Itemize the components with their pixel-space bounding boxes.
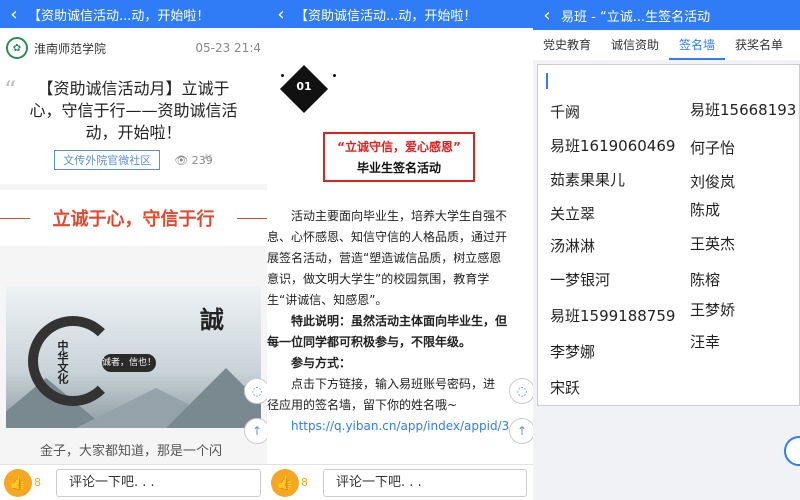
signature-name: 汤淋淋	[550, 237, 596, 255]
article-title: 【资助诚信活动月】立诚于 心，守信于行——资助诚信活 动，开始啦！	[14, 78, 253, 144]
tab-winners[interactable]: 获奖名单	[725, 30, 793, 60]
signature-name: 关立翠	[550, 205, 596, 223]
share-icon[interactable]: ◌	[509, 378, 533, 404]
body-line: 意识，做文明大学生”的校园氛围，教育学	[267, 272, 490, 286]
close-quote-icon: ”	[202, 150, 213, 174]
open-quote-icon: “	[4, 76, 17, 104]
comment-input[interactable]: 评论一下吧. . .	[56, 468, 261, 497]
like-count: 8	[34, 476, 41, 489]
scroll-top-icon[interactable]: ↑	[244, 418, 267, 444]
eye-icon: 👁	[174, 153, 192, 167]
back-arrow-icon[interactable]: ‹	[0, 4, 28, 25]
signature-name: 易班1599188759	[550, 307, 676, 325]
tab-bar: 党史教育 诚信资助 签名墙 获奖名单	[533, 30, 800, 60]
slogan-banner: 立诚于心，守信于行	[0, 190, 267, 246]
text-cursor	[546, 73, 548, 89]
body-line: 径应用的签名墙，留下你的姓名哦~	[267, 398, 458, 412]
bottom-bar: 👍 8 评论一下吧. . .	[0, 464, 267, 500]
share-icon[interactable]: ◌	[244, 378, 267, 404]
like-count: 8	[301, 476, 308, 489]
signature-name: 易班15668193	[690, 101, 797, 119]
top-bar: ‹ 【资助诚信活动...动，开始啦！	[0, 0, 267, 28]
signature-name: 易班1619060469	[550, 137, 676, 155]
floating-action-button[interactable]	[784, 436, 800, 466]
seal-label: 诚者，信也！	[102, 354, 156, 372]
signature-name: 一梦银河	[550, 271, 611, 289]
body-line: 点击下方链接，输入易班账号密码，进	[267, 377, 496, 391]
bottom-bar: 👍 8 评论一下吧. . .	[267, 464, 533, 500]
signature-name: 宋跃	[550, 379, 581, 397]
thumbs-up-icon[interactable]: 👍	[271, 468, 299, 497]
signup-link[interactable]: https://q.yiban.cn/app/index/appid/3	[267, 416, 533, 437]
body-line: 展签名活动，营造“塑造诚信品质，树立感恩	[267, 251, 502, 265]
article-title-line: 心，守信于行——资助诚信活	[29, 101, 238, 120]
article-meta: 文传外院官微社区 👁 239	[14, 150, 253, 170]
tab-signature-wall[interactable]: 签名墙	[669, 30, 726, 60]
signature-name: 汪幸	[690, 333, 721, 351]
signature-name: 王英杰	[690, 235, 736, 253]
school-name[interactable]: 淮南师范学院	[34, 40, 106, 57]
vertical-text: 中华文化	[56, 340, 69, 384]
body-line: 活动主要面向毕业生，培养大学生自强不	[267, 209, 508, 223]
page-title: 易班 - “立诚...生签名活动	[561, 9, 711, 25]
signature-wall[interactable]: 千阙 易班1619060469 茹素果果儿 关立翠 汤淋淋 一梦银河 易班159…	[537, 64, 800, 406]
signature-name: 陈成	[690, 201, 721, 219]
section-number: 01	[296, 80, 312, 93]
calligraphy-char: 誠	[200, 306, 224, 334]
author-row: ✿ 淮南师范学院 05-23 21:4	[0, 28, 267, 68]
decor-dot	[333, 74, 336, 77]
body-line: 参与方式：	[267, 356, 352, 370]
activity-title-box: “立诚守信，爱心感恩” 毕业生签名活动	[323, 132, 475, 182]
tab-party-history[interactable]: 党史教育	[533, 30, 601, 60]
article-body: 活动主要面向毕业生，培养大学生自强不 息、心怀感恩、知信守信的人格品质，通过开 …	[267, 206, 533, 437]
school-logo-icon: ✿	[6, 37, 28, 59]
signature-name: 李梦娜	[550, 343, 596, 361]
body-line: 每一位同学都可积极参与，不限年级。	[267, 335, 472, 349]
article-title-line: 【资助诚信活动月】立诚于	[37, 79, 230, 98]
article-panel-1: ‹ 【资助诚信活动...动，开始啦！ ✿ 淮南师范学院 05-23 21:4 “…	[0, 0, 267, 500]
body-line: 特此说明：虽然活动主体面向毕业生，但	[267, 314, 508, 328]
tab-integrity-aid[interactable]: 诚信资助	[601, 30, 669, 60]
scroll-top-icon[interactable]: ↑	[509, 418, 533, 444]
post-date: 05-23 21:4	[195, 41, 261, 55]
community-tag[interactable]: 文传外院官微社区	[54, 150, 161, 170]
article-title-line: 动，开始啦！	[85, 123, 182, 142]
article-body-text: 金子，大家都知道，那是一个闪	[40, 444, 223, 459]
signature-name: 何子怡	[690, 139, 736, 157]
page-title: 【资助诚信活动...动，开始啦！	[28, 8, 210, 24]
signature-wall-panel: ‹ 易班 - “立诚...生签名活动 党史教育 诚信资助 签名墙 获奖名单 千阙…	[533, 0, 800, 500]
activity-slogan: “立诚守信，爱心感恩”	[337, 140, 461, 154]
article-header: “ 【资助诚信活动月】立诚于 心，守信于行——资助诚信活 动，开始啦！ ” 文传…	[0, 68, 267, 184]
signature-name: 陈榕	[690, 271, 721, 289]
back-arrow-icon[interactable]: ‹	[533, 5, 561, 26]
top-bar: ‹ 易班 - “立诚...生签名活动	[533, 0, 800, 30]
body-line: 息、心怀感恩、知信守信的人格品质，通过开	[267, 230, 508, 244]
signature-name: 千阙	[550, 103, 581, 121]
signature-name: 王梦娇	[690, 301, 736, 319]
decor-dot	[281, 74, 284, 77]
thumbs-up-icon[interactable]: 👍	[4, 468, 32, 497]
signature-name: 茹素果果儿	[550, 171, 626, 189]
top-bar: ‹ 【资助诚信活动...动，开始啦！	[267, 0, 533, 28]
activity-name: 毕业生签名活动	[356, 161, 441, 175]
body-line: 生“讲诚信、知感恩”。	[267, 293, 388, 307]
comment-input[interactable]: 评论一下吧. . .	[323, 468, 527, 497]
page-title: 【资助诚信活动...动，开始啦！	[295, 8, 477, 24]
ink-painting-image: 誠 中华文化 诚者，信也！	[6, 286, 261, 428]
article-panel-2: ‹ 【资助诚信活动...动，开始啦！ 01 “立诚守信，爱心感恩” 毕业生签名活…	[267, 0, 533, 500]
back-arrow-icon[interactable]: ‹	[267, 4, 295, 25]
signature-name: 刘俊岚	[690, 173, 736, 191]
